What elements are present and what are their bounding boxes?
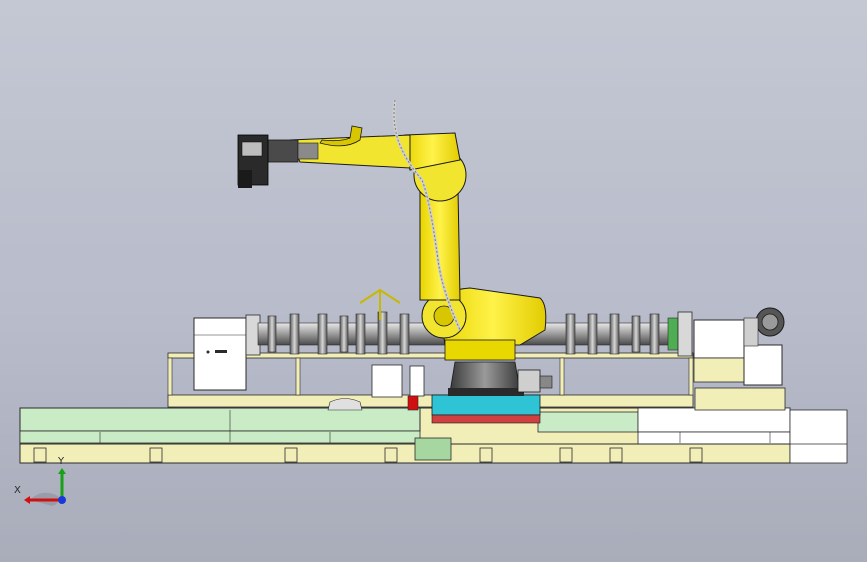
tailstock-right[interactable] <box>693 307 785 386</box>
axis-triad-icon <box>24 468 66 506</box>
y-axis-label: Y <box>58 456 65 467</box>
coordinate-triad: X Y <box>12 456 72 510</box>
robot-base[interactable] <box>431 361 553 424</box>
terminal-block <box>414 437 452 461</box>
white-panel-right <box>637 407 791 433</box>
cyan-plate <box>431 394 541 416</box>
x-axis-label: X <box>14 485 21 496</box>
assembly-scene[interactable] <box>0 0 867 562</box>
cad-viewport[interactable]: X Y <box>0 0 867 562</box>
headstock-left[interactable] <box>193 314 261 391</box>
green-panel-left <box>19 407 421 432</box>
gripper-tool[interactable] <box>237 134 269 188</box>
green-panel-right <box>537 411 639 433</box>
